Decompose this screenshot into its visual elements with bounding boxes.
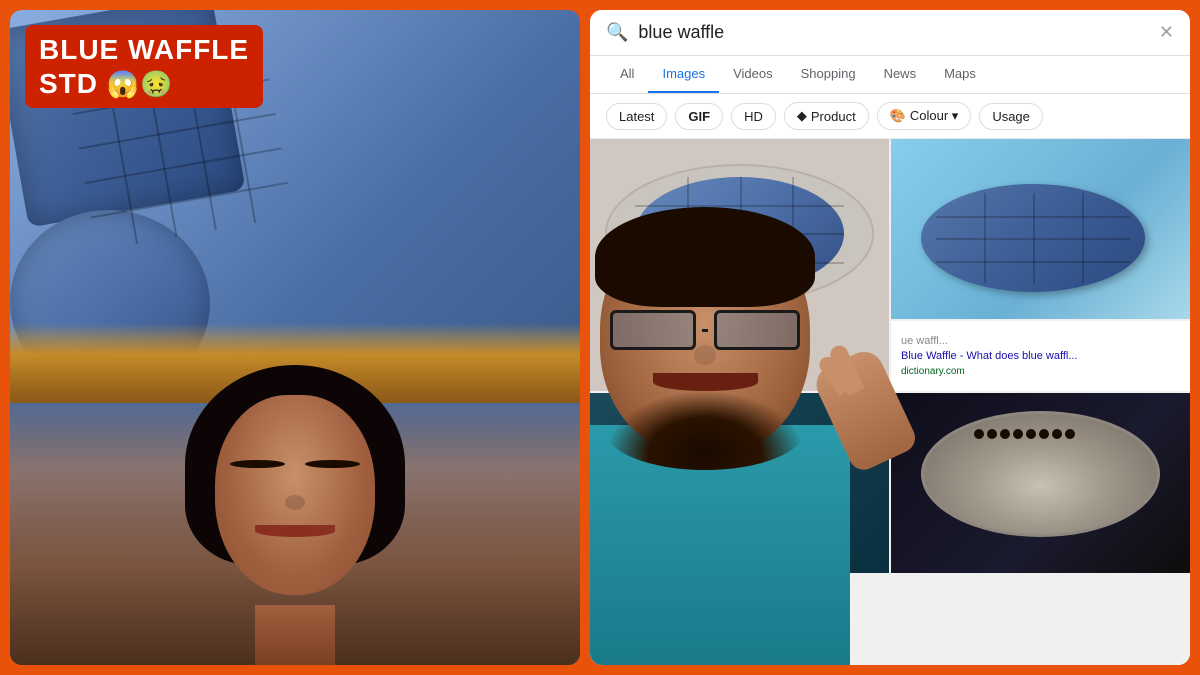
diamond-icon: ◆ (797, 108, 807, 124)
result-source: dictionary.com (901, 366, 1180, 377)
filter-row: Latest GIF HD ◆ Product 🎨 Colour ▾ Usage (590, 94, 1190, 139)
title-box: BLUE WAFFLE STD 😱🤢 (25, 25, 263, 108)
filter-latest[interactable]: Latest (606, 103, 667, 130)
filter-colour[interactable]: 🎨 Colour ▾ (877, 102, 972, 130)
tab-all[interactable]: All (606, 56, 648, 93)
search-query-text: blue waffle (638, 22, 1148, 43)
filter-hd[interactable]: HD (731, 103, 776, 130)
palette-icon: 🎨 (890, 108, 906, 124)
filter-usage[interactable]: Usage (979, 103, 1043, 130)
tab-videos[interactable]: Videos (719, 56, 787, 93)
result-title: Blue Waffle - What does blue waffl... (901, 349, 1180, 363)
title-line2: STD 😱🤢 (39, 67, 249, 101)
google-ui: 🔍 blue waffle ✕ All Images Videos Shoppi… (590, 10, 1190, 665)
main-container: BLUE WAFFLE STD 😱🤢 (10, 10, 1190, 665)
right-search-panel: 🔍 blue waffle ✕ All Images Videos Shoppi… (590, 10, 1190, 665)
title-line1: BLUE WAFFLE (39, 33, 249, 67)
filter-product[interactable]: ◆ Product (784, 102, 869, 130)
search-result-card[interactable]: ue waffl... Blue Waffle - What does blue… (891, 321, 1190, 391)
filter-gif[interactable]: GIF (675, 103, 723, 130)
tab-images[interactable]: Images (648, 56, 719, 93)
woman-silhouette (10, 338, 580, 666)
left-video-panel: BLUE WAFFLE STD 😱🤢 (10, 10, 580, 665)
image-result-4[interactable] (590, 393, 889, 573)
search-icon: 🔍 (606, 22, 628, 43)
tab-news[interactable]: News (870, 56, 931, 93)
search-bar-row[interactable]: 🔍 blue waffle ✕ (590, 10, 1190, 56)
image-result-1[interactable] (891, 139, 1190, 319)
woman-overlay (10, 338, 580, 666)
tab-maps[interactable]: Maps (930, 56, 990, 93)
nav-tabs: All Images Videos Shopping News Maps (590, 56, 1190, 94)
image-result-5[interactable] (891, 393, 1190, 573)
clear-search-icon[interactable]: ✕ (1159, 22, 1174, 43)
tab-shopping[interactable]: Shopping (787, 56, 870, 93)
title-emojis: 😱🤢 (107, 69, 174, 99)
bet-you-text: BET YOU CAN'T FIND ME ONGOOGLE IMAGE SEA… (605, 337, 874, 360)
image-result-2[interactable]: BET YOU CAN'T FIND ME ONGOOGLE IMAGE SEA… (590, 139, 889, 391)
